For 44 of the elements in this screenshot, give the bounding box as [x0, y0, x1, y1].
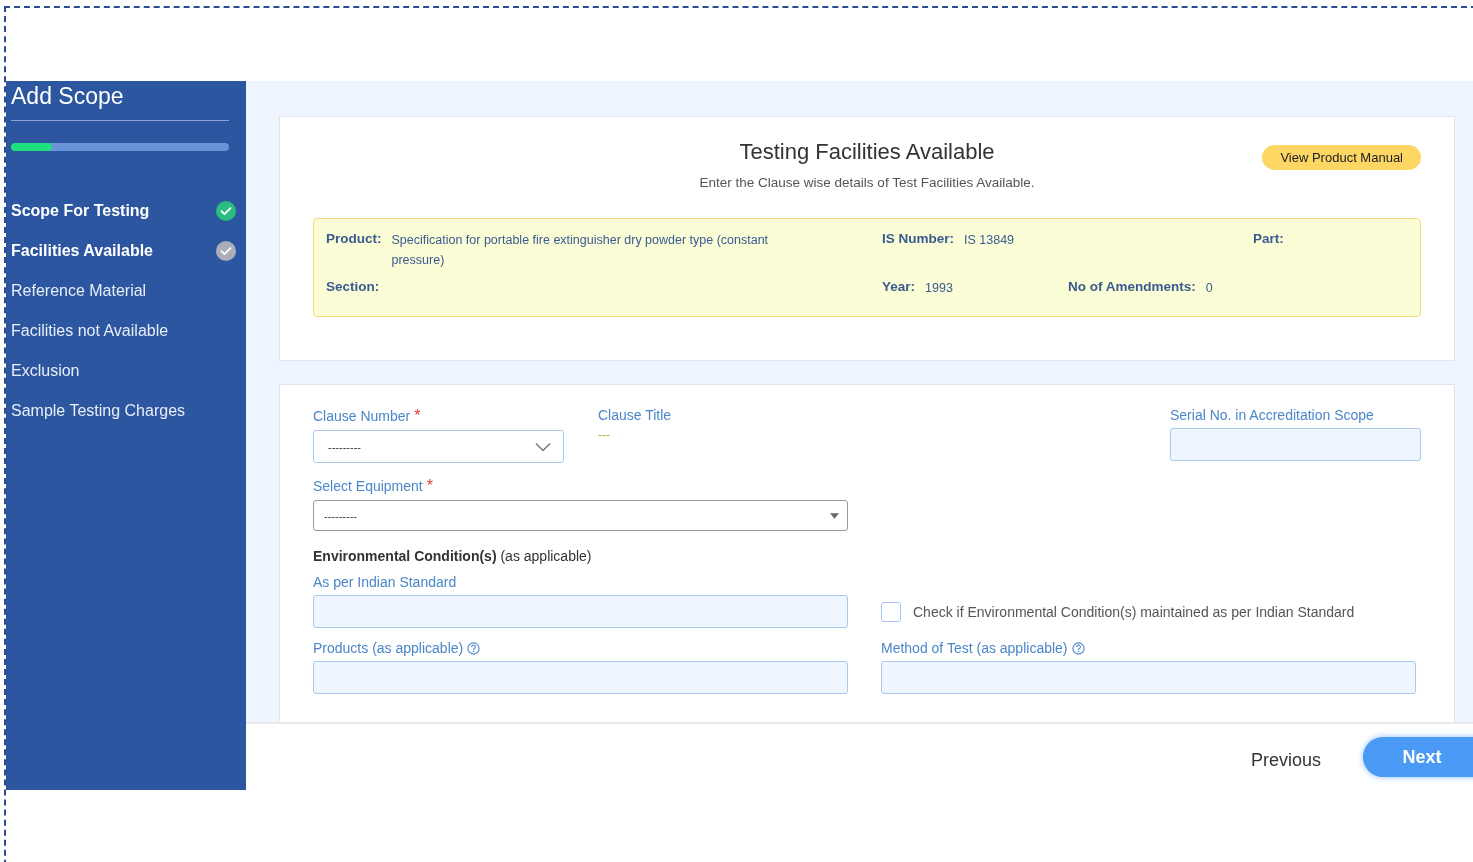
page-title: Testing Facilities Available [739, 139, 995, 165]
field-label: As per Indian Standard [313, 574, 458, 590]
caret-icon [830, 512, 839, 519]
step-item[interactable]: Scope For Testing [11, 202, 150, 220]
field-label: Clause Title [598, 407, 672, 423]
info-label: IS Number: [882, 231, 954, 246]
step-item[interactable]: Facilities not Available [11, 322, 169, 340]
info-value: 0 [1205, 280, 1213, 297]
view-manual-button[interactable]: View Product Manual [1262, 145, 1421, 170]
products-field[interactable] [313, 661, 848, 694]
field-label: Clause Number [313, 408, 411, 424]
step-item[interactable]: Reference Material [11, 282, 147, 300]
help-icon[interactable] [1071, 641, 1085, 655]
serial-number-field[interactable] [1170, 428, 1421, 461]
field-label: Products (as applicable) [313, 640, 464, 656]
field-label: Method of Test (as applicable) [881, 640, 1068, 656]
method-of-test-field[interactable] [881, 661, 1416, 694]
help-icon[interactable] [467, 641, 481, 655]
previous-button[interactable]: Previous [1244, 748, 1327, 772]
chevron-down-icon [535, 441, 551, 452]
page-subtitle: Enter the Clause wise details of Test Facilities Available. [698, 175, 1036, 190]
info-label: Section: [326, 279, 380, 294]
field-label: Serial No. in Accreditation Scope [1170, 407, 1375, 423]
info-label: No of Amendments: [1068, 279, 1196, 294]
step-item[interactable]: Facilities Available [11, 242, 153, 260]
step-item[interactable]: Exclusion [11, 362, 80, 380]
info-value: IS 13849 [964, 232, 1015, 249]
info-label: Product: [326, 231, 382, 246]
required-mark: * [426, 477, 433, 495]
step-item[interactable]: Sample Testing Charges [11, 402, 186, 420]
clause-title-value: --- [598, 428, 611, 442]
field-label: Select Equipment [313, 478, 423, 494]
section-heading: Environmental Condition(s) (as applicable) [313, 548, 593, 564]
info-label: Year: [882, 279, 916, 294]
info-label: Part: [1253, 231, 1284, 246]
info-value: Specification for portable fire extinguisher dry powder type (constant pressure) [391, 232, 770, 269]
checkbox-label: Check if Environmental Condition(s) maintained as per Indian Standard [913, 603, 1355, 620]
indian-standard-field[interactable] [313, 595, 848, 628]
checkbox[interactable] [881, 601, 901, 622]
equipment-select[interactable]: --------- [313, 500, 848, 531]
sidebar-title: Add Scope [11, 81, 229, 121]
info-value: 1993 [925, 280, 953, 297]
required-mark: * [414, 407, 421, 425]
clause-number-select[interactable]: --------- [313, 430, 564, 463]
